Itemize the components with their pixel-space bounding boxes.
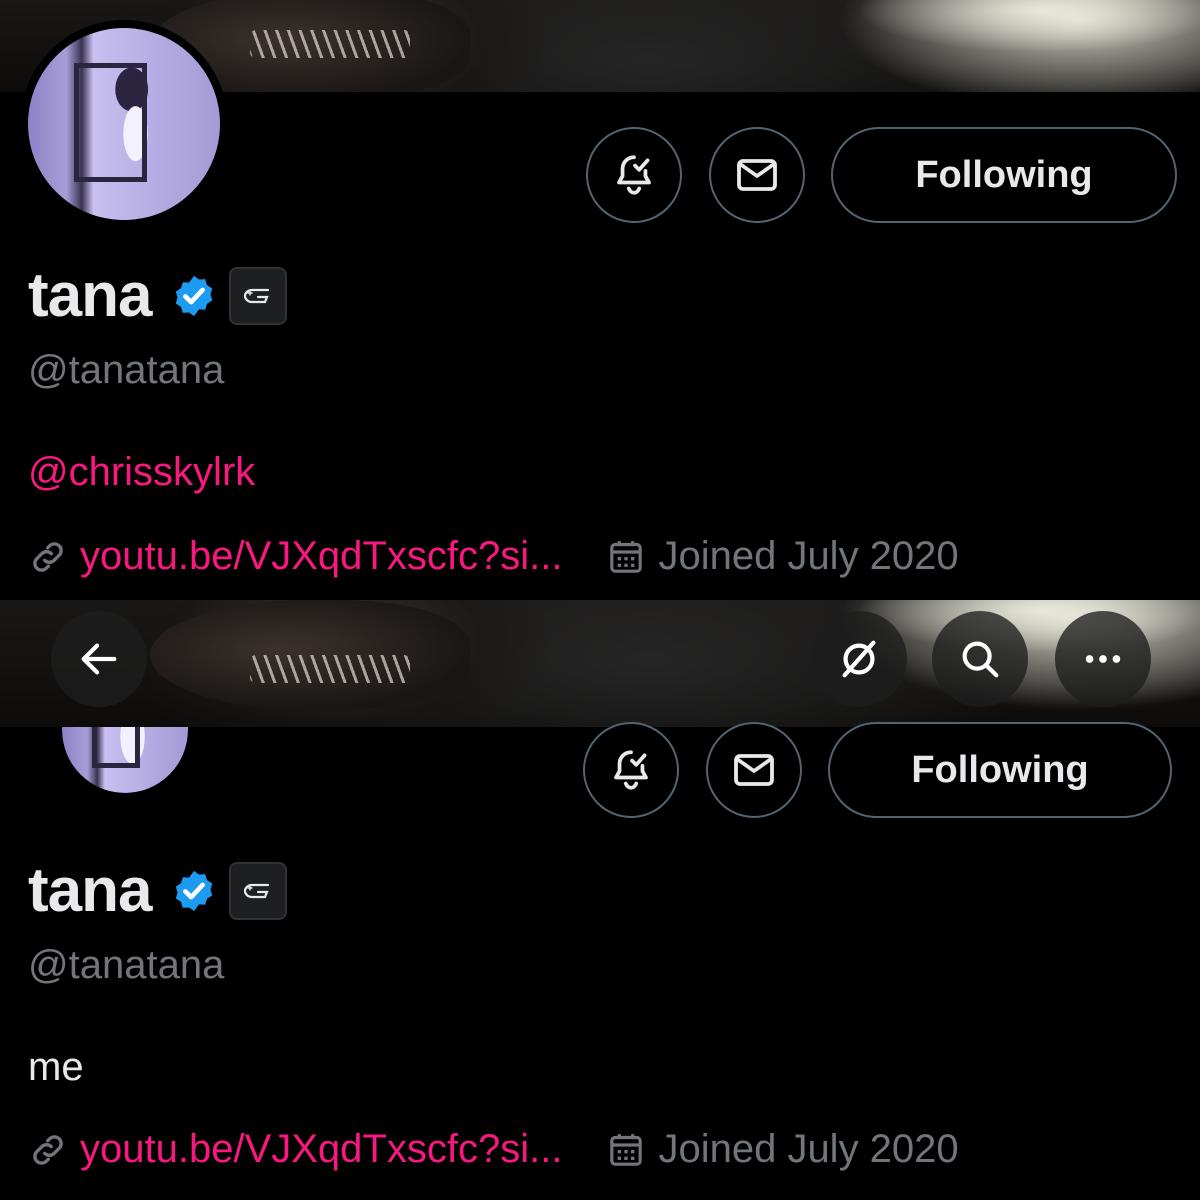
display-name: tana	[28, 261, 152, 330]
grok-button[interactable]	[811, 611, 907, 707]
profile-panel-top: Following tana @tanatana @chrisskylrk yo…	[0, 0, 1200, 600]
more-button[interactable]	[1055, 611, 1151, 707]
joined-date: Joined July 2020	[658, 534, 959, 578]
bio-mention-link[interactable]: @chrisskylrk	[28, 450, 255, 495]
profile-meta-row: youtu.be/VJXqdTxscfc?si... Joined July 2…	[28, 1127, 959, 1172]
name-row: tana	[28, 261, 288, 330]
bell-check-icon	[617, 155, 651, 195]
notifications-button[interactable]	[586, 127, 682, 223]
handle: @tanatana	[28, 348, 225, 392]
grok-slash-icon	[842, 640, 876, 678]
affiliate-badge-icon[interactable]	[229, 862, 288, 920]
name-row: tana	[28, 856, 288, 925]
more-dots-icon	[1085, 655, 1121, 663]
avatar[interactable]	[20, 20, 228, 228]
notifications-button[interactable]	[583, 722, 679, 818]
bio-text: me	[28, 1045, 84, 1089]
calendar-icon	[610, 1133, 643, 1166]
back-arrow-icon	[81, 643, 117, 675]
message-button[interactable]	[706, 722, 802, 818]
website-link[interactable]: youtu.be/VJXqdTxscfc?si...	[80, 534, 562, 579]
search-icon	[962, 641, 999, 678]
following-button[interactable]: Following	[831, 127, 1177, 223]
calendar-icon	[610, 540, 643, 573]
verified-badge-icon	[176, 275, 213, 317]
back-button[interactable]	[51, 611, 147, 707]
affiliate-badge-icon[interactable]	[229, 267, 288, 325]
message-button[interactable]	[709, 127, 805, 223]
banner-laces-shape	[250, 655, 410, 683]
search-button[interactable]	[932, 611, 1028, 707]
avatar[interactable]	[62, 727, 188, 793]
joined-date: Joined July 2020	[658, 1127, 959, 1171]
banner-laces-shape	[250, 30, 410, 58]
envelope-icon	[734, 754, 774, 786]
handle: @tanatana	[28, 943, 225, 987]
profile-panel-bottom: Following tana @tanatana me youtu.be/VJX…	[0, 600, 1200, 1200]
verified-badge-icon	[176, 870, 213, 912]
link-icon	[33, 541, 63, 572]
website-link[interactable]: youtu.be/VJXqdTxscfc?si...	[80, 1127, 562, 1172]
display-name: tana	[28, 856, 152, 925]
envelope-icon	[737, 159, 777, 191]
following-button[interactable]: Following	[828, 722, 1172, 818]
link-icon	[33, 1134, 63, 1165]
bell-check-icon	[614, 750, 648, 790]
profile-meta-row: youtu.be/VJXqdTxscfc?si... Joined July 2…	[28, 534, 959, 579]
